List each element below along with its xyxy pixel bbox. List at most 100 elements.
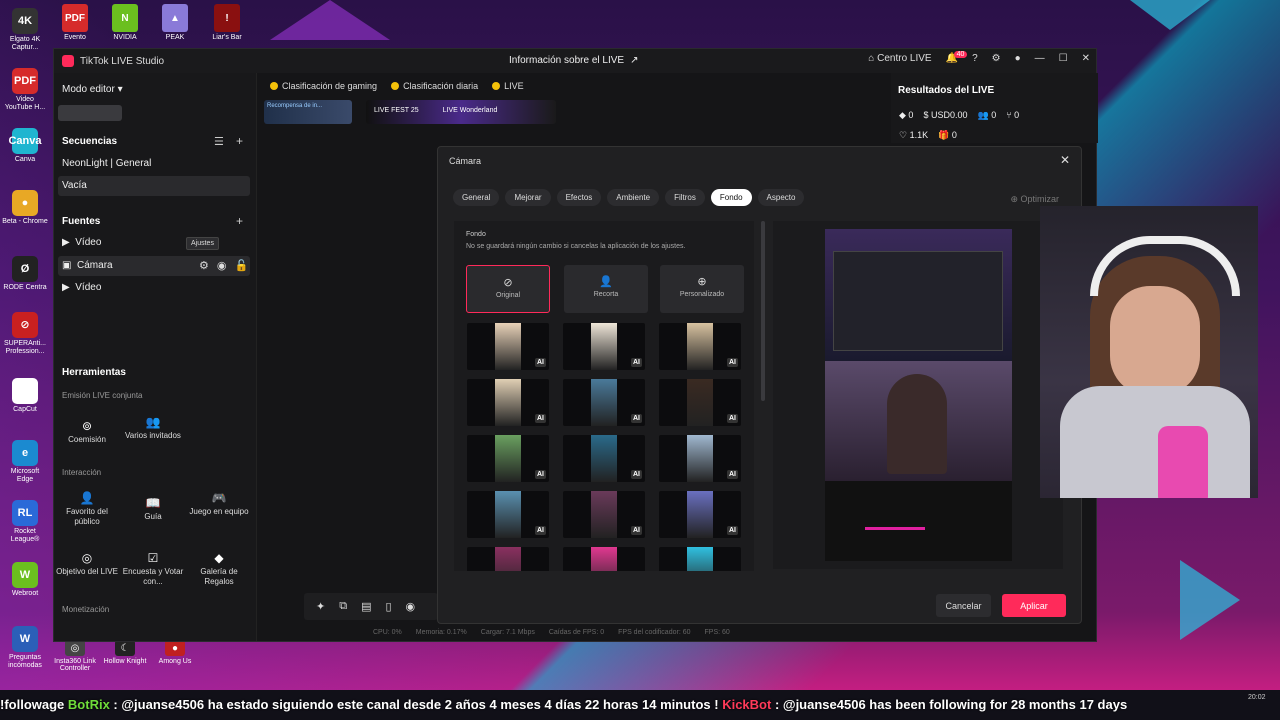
chip-gaming[interactable]: Clasificación de gaming: [266, 78, 381, 94]
tab-general[interactable]: General: [453, 189, 500, 206]
thumbnail-image: [495, 491, 521, 538]
desktop-shortcut[interactable]: ◎ Insta360 Link Controller: [50, 640, 100, 672]
desktop-shortcut[interactable]: ✂ CapCut: [2, 378, 48, 414]
live-fest-banner[interactable]: LIVE FEST 25 LIVE Wonderland: [366, 100, 556, 124]
desktop-shortcut[interactable]: ▲ PEAK: [150, 4, 200, 41]
live-info[interactable]: Información sobre el LIVE ↗: [509, 55, 638, 66]
background-thumbnail[interactable]: AI: [659, 491, 741, 538]
background-thumbnail[interactable]: AI: [563, 435, 645, 482]
desktop-shortcut[interactable]: 4K Elgato 4K Captur...: [2, 8, 48, 52]
crop-icon[interactable]: ⧉: [339, 600, 347, 613]
live-goal-tool[interactable]: ◎ Objetivo del LIVE: [54, 552, 120, 577]
share-icon[interactable]: ↗: [630, 55, 638, 66]
scene-item[interactable]: Vacía: [62, 180, 87, 191]
close-icon[interactable]: ✕: [1082, 53, 1090, 64]
background-thumbnail[interactable]: AI: [467, 491, 549, 538]
add-scene-icon[interactable]: +: [236, 134, 243, 148]
cancel-button[interactable]: Cancelar: [936, 594, 991, 617]
desktop-shortcut[interactable]: Canva Canva: [2, 128, 48, 164]
lock-icon[interactable]: 🔓: [234, 259, 248, 272]
chip-live[interactable]: LIVE: [488, 78, 528, 94]
modal-close-icon[interactable]: ✕: [1060, 153, 1070, 167]
fps-status: FPS: 60: [704, 629, 730, 636]
record-icon[interactable]: ◉: [406, 600, 416, 613]
settings-icon[interactable]: ⚙: [199, 259, 209, 272]
option-original[interactable]: ⊘ Original: [466, 265, 550, 313]
desktop-shortcut[interactable]: ● Among Us: [150, 640, 200, 665]
desktop-shortcut[interactable]: RL Rocket League®: [2, 500, 48, 544]
gear-icon[interactable]: ⚙: [992, 53, 1001, 64]
optimize-button[interactable]: ⊕ Optimizar: [1010, 194, 1059, 205]
background-thumbnail[interactable]: AI: [563, 491, 645, 538]
apply-button[interactable]: Aplicar: [1002, 594, 1066, 617]
minimize-icon[interactable]: —: [1035, 53, 1045, 64]
multi-guest-tool[interactable]: 👥 Varios invitados: [120, 416, 186, 441]
eye-icon[interactable]: ◉: [217, 259, 227, 272]
user-icon[interactable]: ●: [1015, 53, 1021, 64]
background-thumbnail[interactable]: AI: [659, 547, 741, 571]
desktop-shortcut[interactable]: PDF Evento: [50, 4, 100, 41]
option-crop[interactable]: 👤 Recorta: [564, 265, 648, 313]
background-thumbnail[interactable]: AI: [659, 323, 741, 370]
desktop-shortcut[interactable]: ⊘ SUPERAnti... Profession...: [2, 312, 48, 356]
scrollbar[interactable]: [761, 221, 765, 401]
guide-tool[interactable]: 📖 Guía: [120, 497, 186, 522]
source-item[interactable]: ▶ Vídeo: [62, 237, 101, 248]
desktop-shortcut[interactable]: PDF Video YouTube H...: [2, 68, 48, 112]
desktop-shortcut[interactable]: N NVIDIA: [100, 4, 150, 41]
tab-mejorar[interactable]: Mejorar: [505, 189, 551, 206]
background-thumbnail[interactable]: AI: [563, 323, 645, 370]
wallpaper-shape: [270, 0, 390, 40]
source-item[interactable]: ▶ Vídeo: [62, 282, 101, 293]
layout-horizontal-button[interactable]: [126, 105, 190, 121]
list-icon[interactable]: ☰: [214, 135, 224, 148]
chat-ticker: !followage BotRix : @juanse4506 ha estad…: [0, 697, 1280, 712]
tab-efectos[interactable]: Efectos: [556, 189, 602, 206]
desktop-shortcut[interactable]: ● Beta - Chrome: [2, 190, 48, 226]
tab-filtros[interactable]: Filtros: [665, 189, 705, 206]
scene-item[interactable]: NeonLight | General: [62, 158, 151, 169]
thumbnail-image: [591, 435, 617, 482]
tab-ambiente[interactable]: Ambiente: [607, 189, 660, 206]
layout-vertical-button[interactable]: [58, 105, 122, 121]
desktop-shortcut[interactable]: Ø RODE Centra: [2, 256, 48, 292]
thumbnail-image: [687, 435, 713, 482]
coemision-tool[interactable]: ⊚ Coemisión: [54, 420, 120, 445]
magic-wand-icon[interactable]: ✦: [316, 600, 325, 613]
chip-daily[interactable]: Clasificación diaria: [387, 78, 482, 94]
centro-live-button[interactable]: ⌂ Centro LIVE: [868, 53, 931, 64]
background-thumbnail[interactable]: AI: [659, 435, 741, 482]
gift-gallery-tool[interactable]: ◆ Galería de Regalos: [186, 552, 252, 587]
team-game-tool[interactable]: 🎮 Juego en equipo: [186, 492, 252, 517]
background-thumbnail[interactable]: AI: [659, 379, 741, 426]
tab-aspecto[interactable]: Aspecto: [757, 189, 805, 206]
layer-icon[interactable]: ▤: [361, 600, 371, 613]
background-thumbnail[interactable]: AI: [563, 547, 645, 571]
source-item[interactable]: ▣ Cámara: [62, 260, 113, 271]
tool-label: Varios invitados: [125, 431, 181, 440]
background-thumbnail[interactable]: AI: [467, 435, 549, 482]
desktop-shortcut[interactable]: ☾ Hollow Knight: [100, 640, 150, 665]
mode-editor-dropdown[interactable]: Modo editor ▾: [62, 84, 123, 95]
maximize-icon[interactable]: ☐: [1059, 53, 1068, 64]
poll-tool[interactable]: ☑ Encuesta y Votar con...: [120, 552, 186, 587]
desktop-shortcut[interactable]: W Preguntas incómodas: [2, 626, 48, 670]
bell-icon[interactable]: 🔔 40: [946, 51, 968, 64]
desktop-shortcut[interactable]: ! Liar's Bar: [202, 4, 252, 41]
fan-favorite-tool[interactable]: 👤 Favorito del público: [54, 492, 120, 527]
rewards-banner[interactable]: Recompensa de in...: [264, 100, 352, 124]
layout-dual-button[interactable]: [194, 105, 250, 121]
add-source-icon[interactable]: +: [236, 214, 243, 228]
background-thumbnail[interactable]: AI: [467, 379, 549, 426]
desktop-shortcut[interactable]: e Microsoft Edge: [2, 440, 48, 484]
background-thumbnail[interactable]: AI: [563, 379, 645, 426]
option-custom[interactable]: ⊕ Personalizado: [660, 265, 744, 313]
help-icon[interactable]: ?: [972, 53, 978, 64]
desktop-shortcut[interactable]: W Webroot: [2, 562, 48, 598]
wallpaper-shape: [1180, 560, 1240, 640]
superanti-icon: ⊘: [12, 312, 38, 338]
background-thumbnail[interactable]: AI: [467, 323, 549, 370]
background-thumbnail[interactable]: AI: [467, 547, 549, 571]
tab-fondo[interactable]: Fondo: [710, 189, 752, 206]
phone-icon[interactable]: ▯: [385, 600, 391, 613]
